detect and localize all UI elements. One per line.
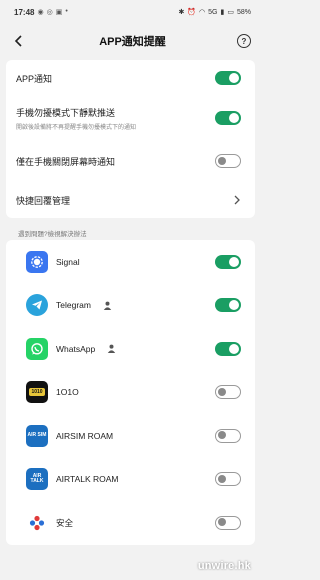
airsim-icon-text: AIR SIM <box>27 432 47 439</box>
app-name: AIRTALK ROAM <box>56 474 119 485</box>
toggle-knob <box>229 113 239 123</box>
app-name: WhatsApp <box>56 343 96 354</box>
app-name: AIRSIM ROAM <box>56 430 114 441</box>
signal-icon <box>26 250 48 273</box>
whatsapp-toggle[interactable] <box>215 341 241 356</box>
1010-icon-text: 1010 <box>29 388 45 397</box>
bluetooth-icon: ✱ <box>178 9 185 16</box>
whatsapp-notification-icon: ◉ <box>37 9 44 16</box>
app-row-airsim-roam[interactable]: AIR SIM AIRSIM ROAM <box>6 414 255 458</box>
toggle-knob <box>229 256 239 267</box>
signal-notification-icon: ◎ <box>46 9 53 16</box>
notification-icons: ◉ ◎ ▣ • <box>37 8 67 16</box>
setting-label: 手機勿擾模式下靜默推送 <box>16 107 116 118</box>
airtalk-roam-toggle[interactable] <box>215 472 241 487</box>
question-mark-icon: ? <box>241 36 247 46</box>
setting-description: 開啟後設備將不再提醒手機勿擾模式下的通知 <box>16 124 137 131</box>
person-icon <box>103 301 112 310</box>
toggle-knob <box>218 156 226 165</box>
signal-toggle[interactable] <box>215 254 241 269</box>
app-info: Telegram <box>26 294 112 317</box>
app-row-1010[interactable]: 1010 1O1O <box>6 371 255 415</box>
app-row-whatsapp[interactable]: WhatsApp <box>6 327 255 371</box>
person-icon <box>108 344 116 354</box>
telegram-icon <box>26 294 48 317</box>
telegram-toggle[interactable] <box>215 298 241 313</box>
battery-icon: ▭ <box>227 9 234 16</box>
1010-icon: 1010 <box>26 381 48 404</box>
toggle-knob <box>229 300 239 311</box>
airtalk-icon-text: AIR TALK <box>30 473 44 485</box>
screen-off-only-toggle[interactable] <box>215 154 241 168</box>
help-button[interactable]: ? <box>237 34 251 48</box>
toggle-knob <box>218 387 226 396</box>
page-title: APP通知提醒 <box>99 36 166 48</box>
app-list-card: Signal Telegram WhatsApp 1010 1O1O AIR S… <box>6 240 255 545</box>
app-info: AIR SIM AIRSIM ROAM <box>26 424 114 447</box>
alarm-icon: ⏰ <box>187 9 197 16</box>
message-notification-icon: ▣ <box>55 9 63 16</box>
status-bar: 17:48 ◉ ◎ ▣ • ✱ ⏰ ◠ 5G ▮ ▭ 58% <box>0 0 261 24</box>
title-bar: APP通知提醒 ? <box>0 24 261 58</box>
back-button[interactable] <box>10 32 28 50</box>
wifi-icon: ◠ <box>199 9 206 16</box>
security-icon <box>26 511 48 534</box>
silent-push-toggle[interactable] <box>215 111 241 125</box>
app-info: AIR TALK AIRTALK ROAM <box>26 468 119 491</box>
dot-notification-icon: • <box>65 8 68 15</box>
1010-toggle[interactable] <box>215 385 241 400</box>
signal-strength-icon: ▮ <box>220 9 225 16</box>
status-right: ✱ ⏰ ◠ 5G ▮ ▭ 58% <box>178 8 251 17</box>
app-name: Signal <box>56 256 80 267</box>
app-row-telegram[interactable]: Telegram <box>6 284 255 328</box>
setting-screen-off-only[interactable]: 僅在手機關閉屏幕時通知 <box>6 140 255 182</box>
app-notification-toggle[interactable] <box>215 71 241 85</box>
toggle-knob <box>229 343 239 354</box>
setting-quick-reply[interactable]: 快捷回覆管理 <box>6 182 255 218</box>
app-info: Signal <box>26 250 80 273</box>
app-name: 1O1O <box>56 387 79 398</box>
app-info: 安全 <box>26 511 74 534</box>
app-name: Telegram <box>56 300 91 311</box>
network-label: 5G <box>208 8 218 16</box>
settings-card: APP通知 手機勿擾模式下靜默推送 開啟後設備將不再提醒手機勿擾模式下的通知 僅… <box>6 60 255 218</box>
chevron-right-icon <box>234 195 240 205</box>
setting-app-notification[interactable]: APP通知 <box>6 60 255 96</box>
toggle-knob <box>218 474 226 483</box>
toggle-knob <box>229 73 239 83</box>
setting-label: 快捷回覆管理 <box>16 195 71 206</box>
app-row-security[interactable]: 安全 <box>6 501 255 545</box>
chevron-left-icon <box>14 35 22 47</box>
status-time: 17:48 <box>14 7 35 17</box>
app-info: 1010 1O1O <box>26 381 79 404</box>
app-row-signal[interactable]: Signal <box>6 240 255 284</box>
security-toggle[interactable] <box>215 515 241 530</box>
toggle-knob <box>218 518 226 527</box>
airtalk-icon: AIR TALK <box>26 468 48 491</box>
setting-silent-push[interactable]: 手機勿擾模式下靜默推送 開啟後設備將不再提醒手機勿擾模式下的通知 <box>6 96 255 140</box>
toggle-knob <box>218 431 226 440</box>
airsim-roam-toggle[interactable] <box>215 428 241 443</box>
battery-level: 58% <box>236 8 251 16</box>
whatsapp-icon <box>26 337 48 360</box>
setting-label: APP通知 <box>16 73 53 84</box>
app-row-airtalk-roam[interactable]: AIR TALK AIRTALK ROAM <box>6 458 255 502</box>
watermark: unwire.hk <box>197 560 251 572</box>
app-name: 安全 <box>56 517 74 528</box>
airsim-icon: AIR SIM <box>26 424 48 447</box>
app-info: WhatsApp <box>26 337 116 360</box>
troubleshoot-link[interactable]: 遇到問題?檢視解決辦法 <box>0 218 261 240</box>
setting-text: 手機勿擾模式下靜默推送 開啟後設備將不再提醒手機勿擾模式下的通知 <box>16 106 136 131</box>
setting-label: 僅在手機關閉屏幕時通知 <box>16 156 116 167</box>
